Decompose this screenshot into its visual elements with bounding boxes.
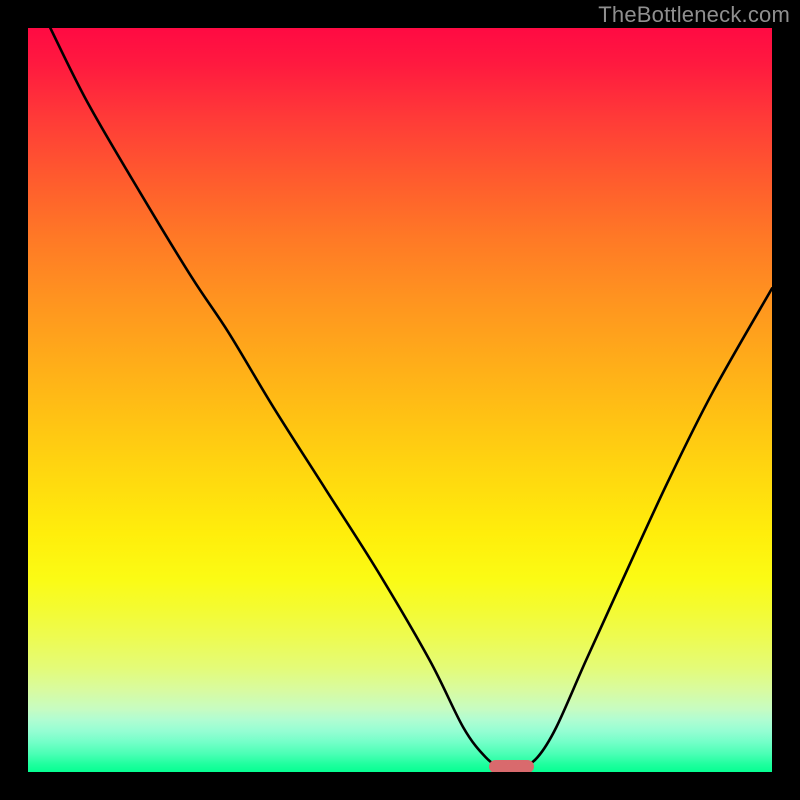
chart-container: TheBottleneck.com: [0, 0, 800, 800]
optimal-indicator: [489, 760, 534, 772]
bottleneck-curve: [28, 28, 772, 772]
plot-area: [28, 28, 772, 772]
watermark-text: TheBottleneck.com: [598, 2, 790, 28]
